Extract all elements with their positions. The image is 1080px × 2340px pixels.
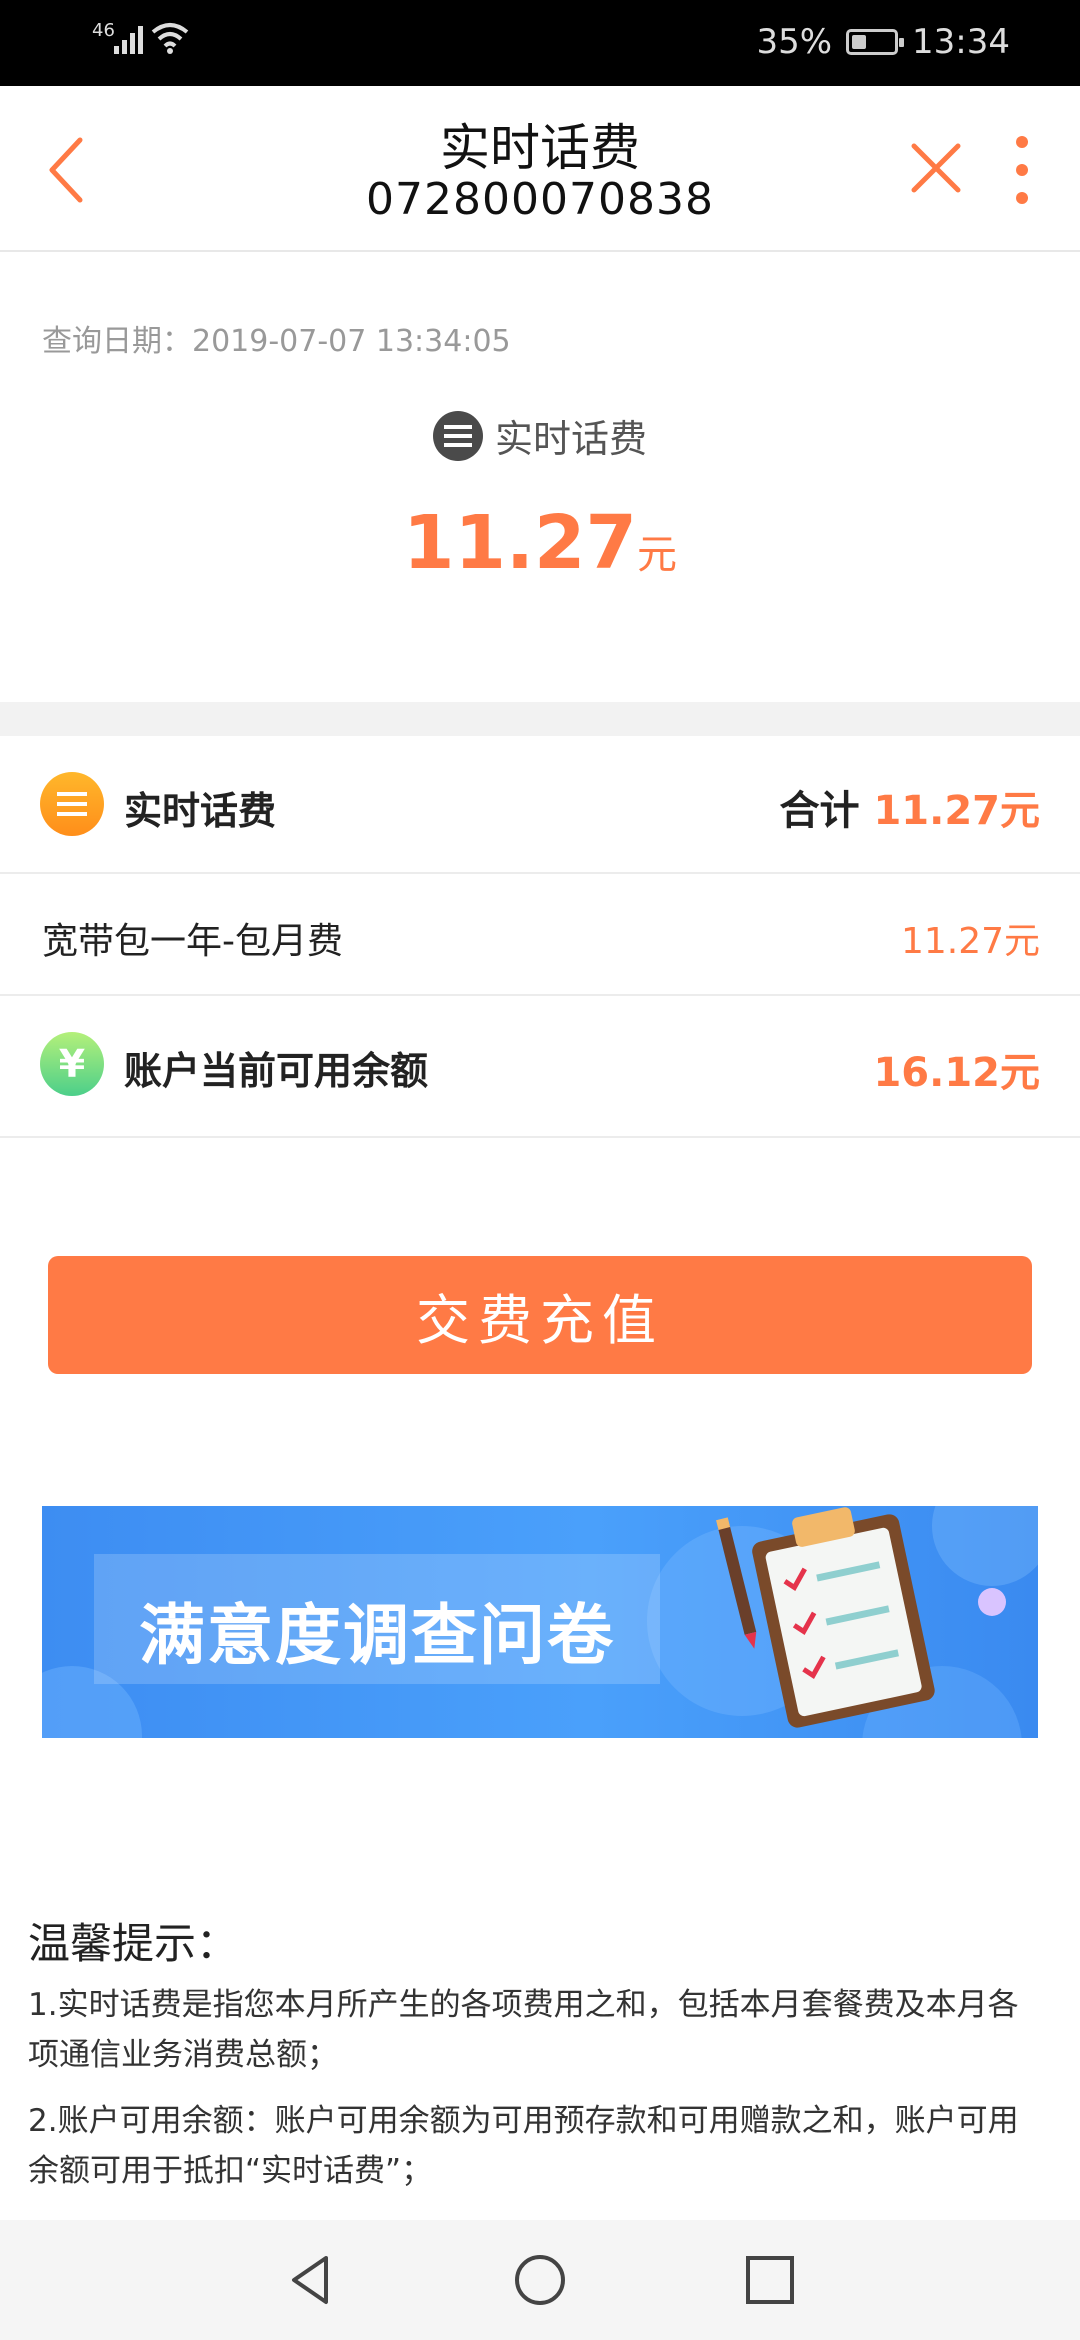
- recharge-button[interactable]: 交费充值: [48, 1256, 1032, 1374]
- battery-icon: [846, 29, 905, 55]
- battery-fill: [852, 35, 867, 49]
- realtime-fee-label: 实时话费: [124, 789, 277, 833]
- banner-title: 满意度调查问卷: [139, 1597, 615, 1674]
- nav-home-icon[interactable]: [512, 2252, 568, 2308]
- total-label: 合计: [779, 788, 860, 834]
- signal-icon: [114, 26, 143, 54]
- system-nav-bar: [0, 2220, 1080, 2340]
- section-divider: [0, 702, 1080, 736]
- tip-item: 2.账户可用余额：账户可用余额为可用预存款和可用赠款之和，账户可用余额可用于抵扣…: [28, 2103, 1019, 2189]
- broadband-fee-row: 宽带包一年-包月费 11.27元: [0, 874, 1080, 996]
- summary-label-text: 实时话费: [494, 417, 647, 461]
- list-icon: [40, 772, 104, 836]
- battery-percent: 35%: [756, 22, 833, 62]
- header: 实时话费 072800070838: [0, 86, 1080, 252]
- realtime-fee-total: 合计 11.27元: [779, 778, 1040, 836]
- summary-amount-unit: 元: [637, 532, 678, 578]
- summary-amount-value: 11.27: [402, 500, 638, 586]
- query-date: 查询日期：2019-07-07 13:34:05: [42, 316, 511, 360]
- tip-item: 1.实时话费是指您本月所产生的各项费用之和，包括本月套餐费及本月各项通信业务消费…: [28, 1987, 1019, 2073]
- query-date-label: 查询日期：: [42, 324, 192, 359]
- broadband-fee-value: 11.27元: [900, 921, 1040, 962]
- total-value: 11.27元: [873, 788, 1040, 834]
- clock: 13:34: [912, 22, 1010, 62]
- broadband-fee-label: 宽带包一年-包月费: [42, 921, 343, 962]
- nav-recents-icon[interactable]: [742, 2252, 798, 2308]
- more-icon[interactable]: [1004, 130, 1040, 210]
- balance-label: 账户当前可用余额: [124, 1049, 429, 1093]
- list-icon: [432, 410, 483, 461]
- banner-text-box: 满意度调查问卷: [94, 1554, 660, 1684]
- realtime-fee-row: 实时话费 合计 11.27元: [0, 736, 1080, 874]
- nav-back-icon[interactable]: [282, 2252, 338, 2308]
- wifi-icon: [151, 23, 189, 54]
- status-right: 35% 13:34: [756, 22, 1010, 62]
- query-date-value: 2019-07-07 13:34:05: [192, 324, 511, 359]
- summary-amount: 11.27元: [0, 500, 1080, 586]
- survey-banner[interactable]: 满意度调查问卷: [42, 1506, 1038, 1738]
- balance-value: 16.12元: [873, 1050, 1040, 1096]
- close-icon[interactable]: [906, 138, 966, 198]
- status-bar: 46 35% 13:34: [0, 0, 1080, 86]
- balance-row: ¥ 账户当前可用余额 16.12元: [0, 996, 1080, 1138]
- summary-label: 实时话费: [0, 408, 1080, 463]
- yuan-icon: ¥: [40, 1032, 104, 1096]
- tips-title: 温馨提示：: [28, 1919, 239, 1968]
